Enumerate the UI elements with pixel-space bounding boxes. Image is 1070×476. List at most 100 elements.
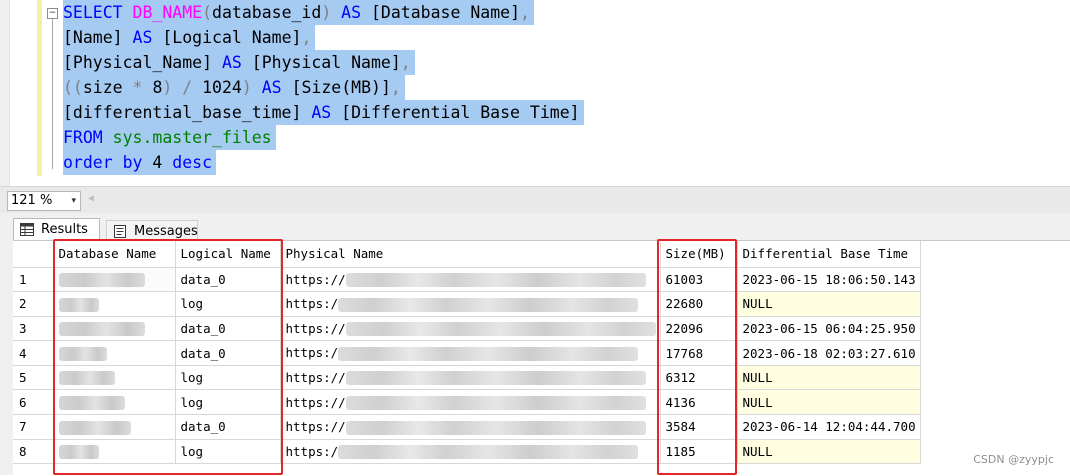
redacted-value: [58, 445, 99, 460]
redacted-value: [338, 297, 639, 312]
table-row[interactable]: 7 data_0 https:// 3584 2023-06-14 12:04:44.7…: [13, 414, 921, 440]
cell-size-mb[interactable]: 22680: [660, 291, 738, 317]
row-number-header[interactable]: [13, 241, 54, 268]
cell-logical-name[interactable]: data_0: [175, 267, 281, 293]
cell-physical-name[interactable]: https://: [280, 389, 661, 416]
redacted-value: [58, 346, 107, 361]
cell-database-name[interactable]: [53, 439, 176, 465]
table-row[interactable]: 5 log https:// 6312 NULL: [13, 365, 921, 391]
table-row[interactable]: 3 data_0 https:// 22096 2023-06-15 06:04:25.…: [13, 316, 921, 342]
row-number[interactable]: 3: [13, 316, 54, 342]
cell-size-mb[interactable]: 17768: [660, 340, 738, 366]
cell-database-name[interactable]: [53, 267, 176, 293]
code-token: ): [162, 78, 173, 97]
cell-physical-name[interactable]: https:/: [280, 291, 661, 317]
row-number[interactable]: 2: [13, 291, 54, 317]
column-header-physical-name[interactable]: Physical Name: [280, 241, 661, 268]
code-token: database_id: [212, 3, 322, 22]
cell-differential-base-time[interactable]: 2023-06-14 12:04:44.700: [737, 414, 921, 440]
code-token: SELECT: [63, 3, 133, 22]
code-token: 1024: [202, 78, 242, 97]
cell-size-mb[interactable]: 1185: [660, 439, 738, 465]
cell-physical-name[interactable]: https://: [280, 316, 661, 342]
cell-differential-base-time[interactable]: NULL: [737, 389, 921, 416]
sql-editor[interactable]: − SELECT DB_NAME(database_id) AS [Databa…: [0, 0, 1070, 186]
column-header-database-name[interactable]: Database Name: [53, 241, 176, 268]
row-number[interactable]: 7: [13, 414, 54, 440]
code-token: AS: [301, 103, 342, 122]
code-line[interactable]: [differential_base_time] AS [Differentia…: [63, 100, 584, 125]
row-number[interactable]: 6: [13, 389, 54, 416]
code-line[interactable]: [Name] AS [Logical Name],: [63, 25, 316, 50]
cell-database-name[interactable]: [53, 340, 176, 366]
row-number[interactable]: 8: [13, 439, 54, 465]
tab-results[interactable]: Results: [13, 218, 100, 242]
code-token: ,: [520, 3, 530, 22]
code-line[interactable]: FROM sys.master_files: [63, 125, 276, 150]
cell-differential-base-time[interactable]: NULL: [737, 365, 921, 391]
table-row[interactable]: 6 log https:// 4136 NULL: [13, 389, 921, 416]
code-token: ): [241, 78, 252, 97]
code-line[interactable]: order by 4 desc: [63, 150, 217, 175]
cell-differential-base-time[interactable]: NULL: [737, 291, 921, 317]
scroll-left-icon[interactable]: ◀: [88, 193, 94, 204]
cell-size-mb[interactable]: 22096: [660, 316, 738, 342]
watermark: CSDN @zyypjc: [973, 453, 1054, 466]
code-line[interactable]: ((size * 8) / 1024) AS [Size(MB)],: [63, 75, 405, 100]
cell-physical-name[interactable]: https://: [280, 414, 661, 440]
results-grid[interactable]: Database Name Logical Name Physical Name…: [13, 241, 921, 465]
tab-messages[interactable]: Messages: [106, 220, 198, 242]
cell-database-name[interactable]: [53, 365, 176, 391]
table-row[interactable]: 8 log https:/ 1185 NULL: [13, 439, 921, 465]
chevron-down-icon[interactable]: ▾: [71, 192, 76, 210]
row-number[interactable]: 4: [13, 340, 54, 366]
cell-physical-name[interactable]: https://: [280, 365, 661, 391]
table-row[interactable]: 2 log https:/ 22680 NULL: [13, 291, 921, 317]
cell-size-mb[interactable]: 61003: [660, 267, 738, 293]
code-token: 4: [152, 153, 163, 172]
table-row[interactable]: 4 data_0 https:/ 17768 2023-06-18 02:03:27.6…: [13, 340, 921, 366]
cell-logical-name[interactable]: data_0: [175, 414, 281, 440]
cell-differential-base-time[interactable]: NULL: [737, 439, 921, 465]
cell-size-mb[interactable]: 3584: [660, 414, 738, 440]
cell-database-name[interactable]: [53, 316, 176, 342]
column-header-logical-name[interactable]: Logical Name: [175, 241, 281, 268]
results-grid-panel: Database Name Logical Name Physical Name…: [13, 239, 1070, 476]
table-row[interactable]: 1 data_0 https:// 61003 2023-06-15 18:06:50.…: [13, 267, 921, 293]
cell-database-name[interactable]: [53, 414, 176, 440]
redacted-value: [345, 396, 646, 411]
cell-logical-name[interactable]: data_0: [175, 340, 281, 366]
cell-differential-base-time[interactable]: 2023-06-15 06:04:25.950: [737, 316, 921, 342]
cell-logical-name[interactable]: data_0: [175, 316, 281, 342]
code-token: [Size(MB)]: [291, 78, 391, 97]
cell-database-name[interactable]: [53, 291, 176, 317]
code-token: [Differential Base Time]: [341, 103, 580, 122]
code-token: AS: [331, 3, 371, 22]
cell-differential-base-time[interactable]: 2023-06-15 18:06:50.143: [737, 267, 921, 293]
code-token: [Name]: [63, 28, 123, 47]
cell-logical-name[interactable]: log: [175, 439, 281, 465]
cell-differential-base-time[interactable]: 2023-06-18 02:03:27.610: [737, 340, 921, 366]
code-token: AS: [122, 28, 163, 47]
cell-logical-name[interactable]: log: [175, 365, 281, 391]
cell-database-name[interactable]: [53, 389, 176, 416]
cell-physical-name[interactable]: https:/: [280, 340, 661, 366]
physical-name-prefix: https:/: [285, 296, 339, 312]
cell-logical-name[interactable]: log: [175, 291, 281, 317]
row-number[interactable]: 1: [13, 267, 54, 293]
collapse-icon[interactable]: −: [47, 8, 58, 19]
cell-physical-name[interactable]: https:/: [280, 439, 661, 465]
column-header-size-mb[interactable]: Size(MB): [660, 241, 738, 268]
cell-size-mb[interactable]: 4136: [660, 389, 738, 416]
zoom-select[interactable]: 121 % ▾: [7, 191, 81, 211]
redacted-value: [345, 273, 646, 288]
cell-physical-name[interactable]: https://: [280, 267, 661, 293]
cell-logical-name[interactable]: log: [175, 389, 281, 416]
column-header-differential-base-time[interactable]: Differential Base Time: [737, 241, 921, 268]
code-line[interactable]: [Physical_Name] AS [Physical Name],: [63, 50, 415, 75]
code-token: desc: [162, 153, 213, 172]
row-number[interactable]: 5: [13, 365, 54, 391]
code-line[interactable]: SELECT DB_NAME(database_id) AS [Database…: [63, 0, 534, 25]
cell-size-mb[interactable]: 6312: [660, 365, 738, 391]
code-token: [Physical Name]: [251, 53, 401, 72]
